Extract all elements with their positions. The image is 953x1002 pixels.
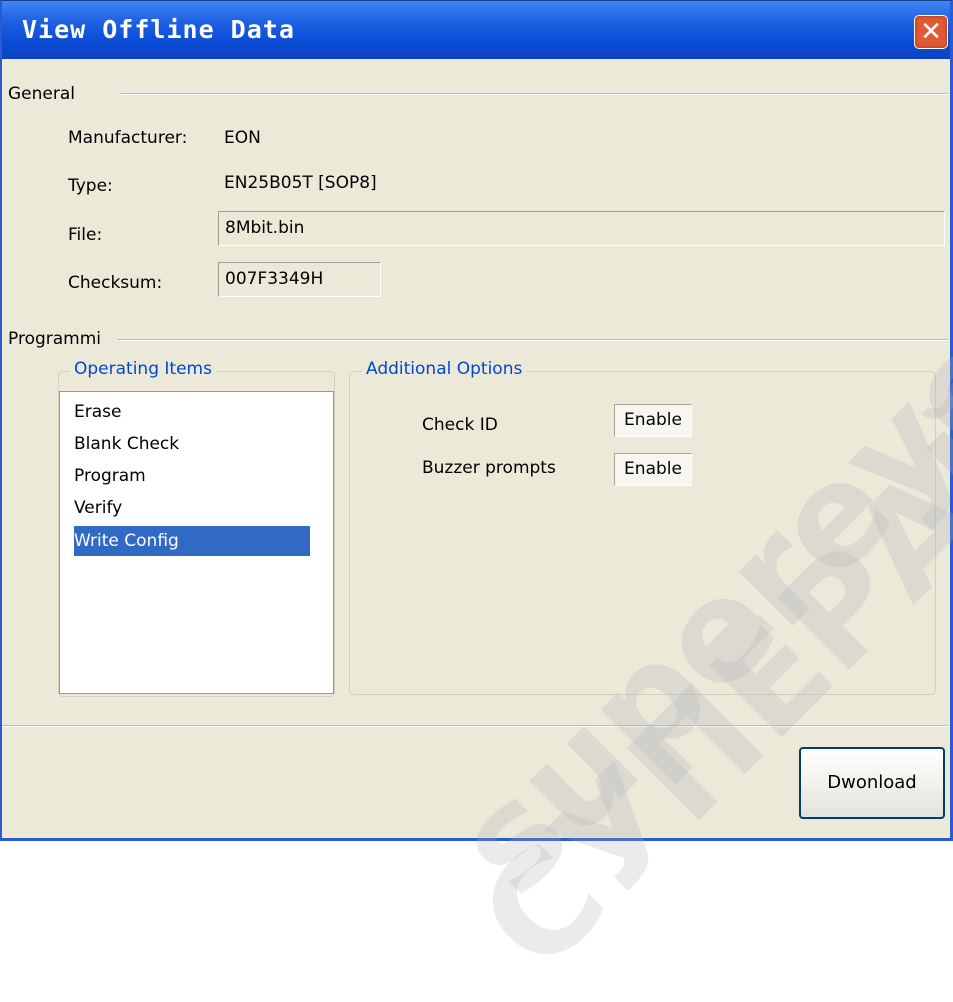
list-item-write-config[interactable]: Write Config bbox=[74, 526, 310, 556]
check-id-enable-button[interactable]: Enable bbox=[614, 404, 692, 437]
type-value: EN25B05T [SOP8] bbox=[224, 173, 377, 193]
programming-divider bbox=[118, 339, 948, 341]
download-button[interactable]: Dwonload bbox=[799, 747, 945, 819]
general-section-label: General bbox=[8, 84, 75, 104]
title-bar[interactable]: View Offline Data ✕ bbox=[2, 1, 950, 59]
window-title: View Offline Data bbox=[22, 15, 295, 44]
additional-options-caption: Additional Options bbox=[362, 359, 527, 379]
operating-items-list[interactable]: Erase Blank Check Program Verify Write C… bbox=[59, 391, 334, 694]
checksum-field[interactable]: 007F3349H bbox=[218, 262, 381, 297]
manufacturer-label: Manufacturer: bbox=[68, 128, 188, 148]
general-divider bbox=[120, 93, 948, 95]
checksum-label: Checksum: bbox=[68, 273, 163, 293]
buzzer-prompts-enable-button[interactable]: Enable bbox=[614, 453, 692, 486]
programming-section-label: Programmi bbox=[8, 329, 102, 349]
manufacturer-value: EON bbox=[224, 128, 261, 148]
list-item-verify[interactable]: Verify bbox=[74, 498, 122, 518]
list-item-erase[interactable]: Erase bbox=[74, 402, 121, 422]
view-offline-data-window: View Offline Data ✕ General Manufacturer… bbox=[0, 0, 953, 1002]
list-item-blank-check[interactable]: Blank Check bbox=[74, 434, 179, 454]
close-button[interactable]: ✕ bbox=[914, 15, 948, 49]
file-field[interactable]: 8Mbit.bin bbox=[218, 211, 945, 246]
file-label: File: bbox=[68, 225, 103, 245]
type-label: Type: bbox=[68, 176, 113, 196]
check-id-label: Check ID bbox=[422, 415, 498, 435]
buzzer-prompts-label: Buzzer prompts bbox=[422, 458, 556, 478]
close-icon: ✕ bbox=[920, 17, 942, 47]
list-item-program[interactable]: Program bbox=[74, 466, 146, 486]
operating-items-caption: Operating Items bbox=[70, 359, 216, 379]
